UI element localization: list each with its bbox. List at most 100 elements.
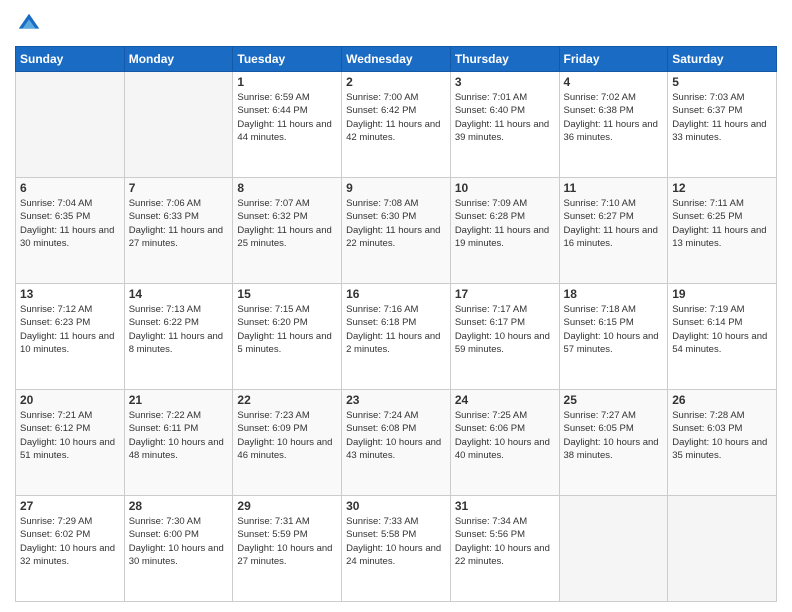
weekday-header-wednesday: Wednesday <box>342 47 451 72</box>
calendar-cell: 29Sunrise: 7:31 AMSunset: 5:59 PMDayligh… <box>233 496 342 602</box>
calendar-cell: 5Sunrise: 7:03 AMSunset: 6:37 PMDaylight… <box>668 72 777 178</box>
calendar-cell: 15 Sunrise: 7:15 AMSunset: 6:20 PMDayligh… <box>233 284 342 390</box>
day-info: Sunrise: 7:15 AMSunset: 6:20 PMDaylight:… <box>237 303 337 356</box>
day-info: Sunrise: 7:07 AMSunset: 6:32 PMDaylight:… <box>237 197 337 250</box>
calendar-cell: 3 Sunrise: 7:01 AMSunset: 6:40 PMDaylight… <box>450 72 559 178</box>
calendar-cell: 24 Sunrise: 7:25 AMSunset: 6:06 PMDayligh… <box>450 390 559 496</box>
day-number: 1 <box>237 75 337 89</box>
day-number: 10 <box>455 181 555 195</box>
calendar-cell: 13 Sunrise: 7:12 AMSunset: 6:23 PMDayligh… <box>16 284 125 390</box>
calendar-cell: 25 Sunrise: 7:27 AMSunset: 6:05 PMDayligh… <box>559 390 668 496</box>
day-info: Sunrise: 7:23 AMSunset: 6:09 PMDaylight:… <box>237 409 337 462</box>
day-info: Sunrise: 7:08 AMSunset: 6:30 PMDaylight:… <box>346 197 446 250</box>
calendar-cell: 11 Sunrise: 7:10 AMSunset: 6:27 PMDayligh… <box>559 178 668 284</box>
weekday-header-saturday: Saturday <box>668 47 777 72</box>
calendar-cell: 16 Sunrise: 7:16 AMSunset: 6:18 PMDayligh… <box>342 284 451 390</box>
day-info: Sunrise: 7:09 AMSunset: 6:28 PMDaylight:… <box>455 197 555 250</box>
day-number: 16 <box>346 287 446 301</box>
day-info: Sunrise: 7:33 AMSunset: 5:58 PMDaylight:… <box>346 515 446 568</box>
calendar-cell: 7Sunrise: 7:06 AMSunset: 6:33 PMDaylight… <box>124 178 233 284</box>
calendar-cell: 14Sunrise: 7:13 AMSunset: 6:22 PMDayligh… <box>124 284 233 390</box>
calendar-cell: 26 Sunrise: 7:28 AMSunset: 6:03 PMDayligh… <box>668 390 777 496</box>
day-info: Sunrise: 7:17 AMSunset: 6:17 PMDaylight:… <box>455 303 555 356</box>
calendar-cell: 27Sunrise: 7:29 AMSunset: 6:02 PMDayligh… <box>16 496 125 602</box>
day-number: 9 <box>346 181 446 195</box>
calendar-cell: 21Sunrise: 7:22 AMSunset: 6:11 PMDayligh… <box>124 390 233 496</box>
day-info: Sunrise: 7:06 AMSunset: 6:33 PMDaylight:… <box>129 197 229 250</box>
day-number: 20 <box>20 393 120 407</box>
calendar-cell: 22 Sunrise: 7:23 AMSunset: 6:09 PMDayligh… <box>233 390 342 496</box>
day-number: 27 <box>20 499 120 513</box>
calendar-week-5: 27Sunrise: 7:29 AMSunset: 6:02 PMDayligh… <box>16 496 777 602</box>
day-info: Sunrise: 7:30 AMSunset: 6:00 PMDaylight:… <box>129 515 229 568</box>
day-number: 29 <box>237 499 337 513</box>
day-info: Sunrise: 7:16 AMSunset: 6:18 PMDaylight:… <box>346 303 446 356</box>
day-info: Sunrise: 7:18 AMSunset: 6:15 PMDaylight:… <box>564 303 664 356</box>
day-info: Sunrise: 7:21 AMSunset: 6:12 PMDaylight:… <box>20 409 120 462</box>
day-info: Sunrise: 7:12 AMSunset: 6:23 PMDaylight:… <box>20 303 120 356</box>
day-info: Sunrise: 7:01 AMSunset: 6:40 PMDaylight:… <box>455 91 555 144</box>
calendar-cell: 18 Sunrise: 7:18 AMSunset: 6:15 PMDayligh… <box>559 284 668 390</box>
day-info: Sunrise: 7:24 AMSunset: 6:08 PMDaylight:… <box>346 409 446 462</box>
weekday-header-monday: Monday <box>124 47 233 72</box>
calendar-cell <box>559 496 668 602</box>
calendar-cell: 8 Sunrise: 7:07 AMSunset: 6:32 PMDaylight… <box>233 178 342 284</box>
weekday-header-tuesday: Tuesday <box>233 47 342 72</box>
day-number: 17 <box>455 287 555 301</box>
day-info: Sunrise: 7:34 AMSunset: 5:56 PMDaylight:… <box>455 515 555 568</box>
day-info: Sunrise: 7:10 AMSunset: 6:27 PMDaylight:… <box>564 197 664 250</box>
calendar-cell <box>16 72 125 178</box>
day-number: 15 <box>237 287 337 301</box>
day-number: 19 <box>672 287 772 301</box>
day-info: Sunrise: 7:00 AMSunset: 6:42 PMDaylight:… <box>346 91 446 144</box>
day-number: 22 <box>237 393 337 407</box>
weekday-header: SundayMondayTuesdayWednesdayThursdayFrid… <box>16 47 777 72</box>
calendar-cell: 4Sunrise: 7:02 AMSunset: 6:38 PMDaylight… <box>559 72 668 178</box>
calendar-cell <box>668 496 777 602</box>
day-number: 12 <box>672 181 772 195</box>
calendar-cell: 12 Sunrise: 7:11 AMSunset: 6:25 PMDayligh… <box>668 178 777 284</box>
day-number: 23 <box>346 393 446 407</box>
calendar-cell: 20 Sunrise: 7:21 AMSunset: 6:12 PMDayligh… <box>16 390 125 496</box>
calendar-week-4: 20 Sunrise: 7:21 AMSunset: 6:12 PMDayligh… <box>16 390 777 496</box>
day-number: 26 <box>672 393 772 407</box>
day-number: 11 <box>564 181 664 195</box>
day-number: 14 <box>129 287 229 301</box>
calendar-cell: 23 Sunrise: 7:24 AMSunset: 6:08 PMDayligh… <box>342 390 451 496</box>
calendar-cell: 6Sunrise: 7:04 AMSunset: 6:35 PMDaylight… <box>16 178 125 284</box>
calendar-cell: 1Sunrise: 6:59 AMSunset: 6:44 PMDaylight… <box>233 72 342 178</box>
day-number: 8 <box>237 181 337 195</box>
weekday-header-thursday: Thursday <box>450 47 559 72</box>
day-info: Sunrise: 7:11 AMSunset: 6:25 PMDaylight:… <box>672 197 772 250</box>
day-number: 28 <box>129 499 229 513</box>
day-info: Sunrise: 7:27 AMSunset: 6:05 PMDaylight:… <box>564 409 664 462</box>
calendar-cell <box>124 72 233 178</box>
day-info: Sunrise: 7:28 AMSunset: 6:03 PMDaylight:… <box>672 409 772 462</box>
day-number: 30 <box>346 499 446 513</box>
logo <box>15 10 47 38</box>
weekday-header-friday: Friday <box>559 47 668 72</box>
day-number: 21 <box>129 393 229 407</box>
calendar-cell: 17 Sunrise: 7:17 AMSunset: 6:17 PMDayligh… <box>450 284 559 390</box>
calendar-cell: 2 Sunrise: 7:00 AMSunset: 6:42 PMDaylight… <box>342 72 451 178</box>
day-number: 6 <box>20 181 120 195</box>
day-number: 31 <box>455 499 555 513</box>
calendar-week-2: 6Sunrise: 7:04 AMSunset: 6:35 PMDaylight… <box>16 178 777 284</box>
day-number: 25 <box>564 393 664 407</box>
day-info: Sunrise: 7:03 AMSunset: 6:37 PMDaylight:… <box>672 91 772 144</box>
calendar-cell: 9 Sunrise: 7:08 AMSunset: 6:30 PMDaylight… <box>342 178 451 284</box>
day-number: 13 <box>20 287 120 301</box>
day-number: 24 <box>455 393 555 407</box>
calendar-week-1: 1Sunrise: 6:59 AMSunset: 6:44 PMDaylight… <box>16 72 777 178</box>
header <box>15 10 777 38</box>
calendar-cell: 19Sunrise: 7:19 AMSunset: 6:14 PMDayligh… <box>668 284 777 390</box>
day-number: 4 <box>564 75 664 89</box>
calendar: SundayMondayTuesdayWednesdayThursdayFrid… <box>15 46 777 602</box>
calendar-body: 1Sunrise: 6:59 AMSunset: 6:44 PMDaylight… <box>16 72 777 602</box>
page: SundayMondayTuesdayWednesdayThursdayFrid… <box>0 0 792 612</box>
day-number: 2 <box>346 75 446 89</box>
calendar-week-3: 13 Sunrise: 7:12 AMSunset: 6:23 PMDayligh… <box>16 284 777 390</box>
day-number: 18 <box>564 287 664 301</box>
day-info: Sunrise: 7:25 AMSunset: 6:06 PMDaylight:… <box>455 409 555 462</box>
day-number: 3 <box>455 75 555 89</box>
